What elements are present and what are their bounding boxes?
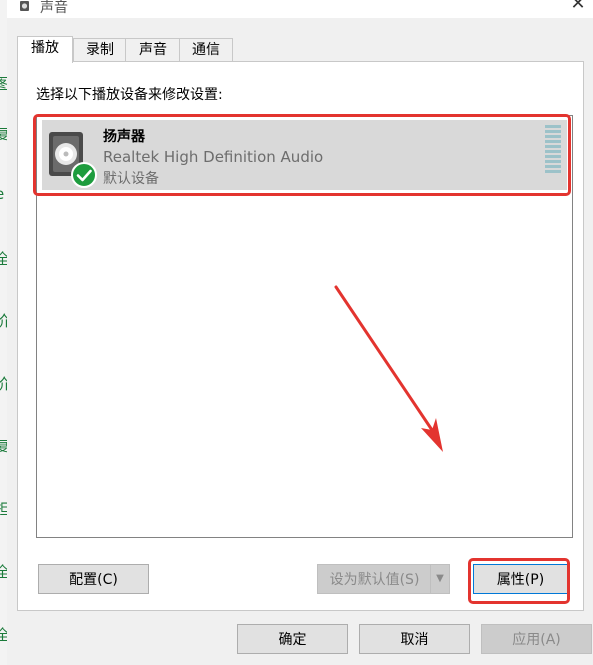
tab-playback[interactable]: 播放 — [17, 36, 73, 63]
annotation-arrow-icon — [334, 285, 443, 452]
